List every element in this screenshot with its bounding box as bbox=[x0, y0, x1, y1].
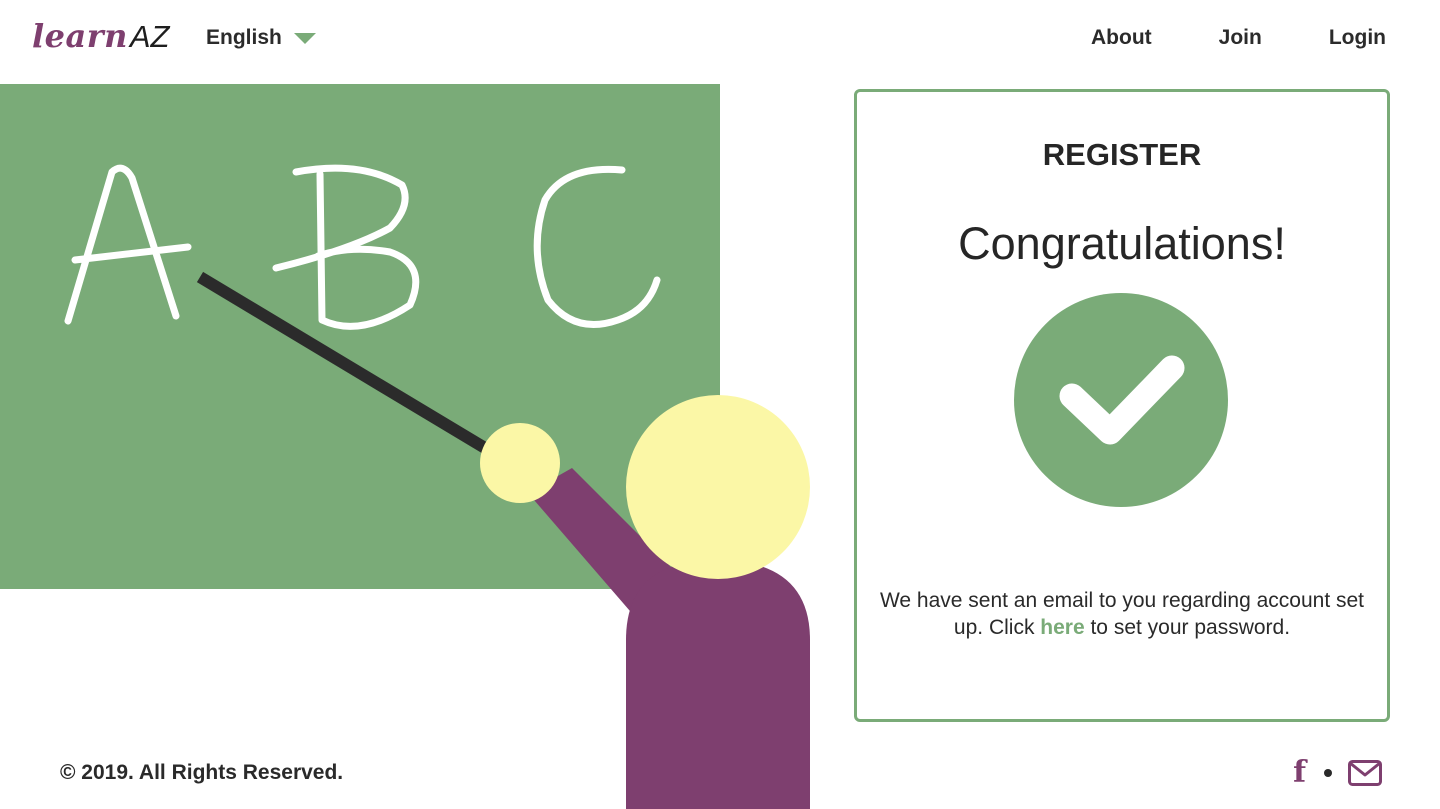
page: learn AZ English About Join Login REGIST… bbox=[0, 0, 1440, 809]
message-text-end: to set your password. bbox=[1084, 616, 1291, 639]
nav-login-link[interactable]: Login bbox=[1329, 26, 1386, 50]
register-card: REGISTER Congratulations! We have sent a… bbox=[854, 89, 1390, 722]
teacher-hand bbox=[480, 423, 560, 503]
register-title: REGISTER bbox=[1042, 137, 1202, 172]
nav-about-link[interactable]: About bbox=[1091, 26, 1152, 50]
copyright-text: © 2019. All Rights Reserved. bbox=[60, 761, 344, 784]
teacher-head bbox=[626, 395, 810, 579]
set-password-link[interactable]: here bbox=[1040, 616, 1084, 639]
separator-dot bbox=[1324, 769, 1332, 777]
nav-join-link[interactable]: Join bbox=[1219, 26, 1262, 50]
teacher-chalkboard-illustration bbox=[0, 84, 810, 809]
congratulations-heading: Congratulations! bbox=[958, 218, 1286, 269]
teacher-body bbox=[626, 560, 810, 809]
success-check-icon bbox=[1014, 293, 1228, 507]
top-nav: About Join Login bbox=[1091, 26, 1386, 50]
email-icon[interactable] bbox=[1348, 760, 1382, 786]
social-links: f bbox=[1293, 757, 1382, 789]
facebook-icon[interactable]: f bbox=[1293, 757, 1306, 789]
confirmation-message: We have sent an email to you regarding a… bbox=[877, 587, 1367, 641]
